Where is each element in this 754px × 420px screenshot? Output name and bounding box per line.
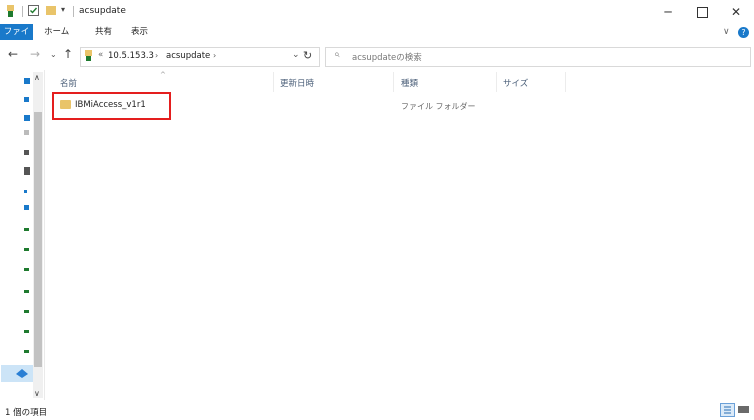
network-icon [16, 368, 28, 378]
nav-scrollbar-thumb[interactable] [34, 112, 42, 367]
column-header-modified[interactable]: 更新日時 [280, 77, 314, 89]
scroll-up-icon[interactable]: ∧ [34, 73, 40, 82]
details-view-icon [724, 406, 731, 414]
scroll-down-icon[interactable]: ∨ [34, 389, 40, 398]
tab-file[interactable]: ファイル [0, 24, 33, 53]
network-location-icon[interactable] [24, 330, 29, 333]
column-divider[interactable] [393, 72, 394, 92]
recent-locations-icon[interactable]: ⌄ [50, 50, 57, 59]
close-button[interactable]: ✕ [719, 0, 753, 24]
refresh-icon[interactable]: ↻ [303, 49, 312, 62]
pictures-icon[interactable] [24, 150, 29, 155]
details-view-button[interactable] [720, 403, 735, 417]
minimize-icon: ─ [664, 5, 672, 19]
maximize-icon [696, 6, 708, 18]
folder-icon [60, 100, 71, 109]
network-location-icon[interactable] [24, 268, 29, 271]
qa-divider [22, 6, 23, 17]
column-header-type[interactable]: 種類 [401, 77, 418, 89]
large-icons-view-button[interactable] [737, 404, 750, 415]
tab-share[interactable]: 共有 [89, 24, 118, 40]
window-title: acsupdate [79, 6, 126, 16]
address-dropdown-icon[interactable]: ⌄ [292, 50, 300, 60]
network-location-icon[interactable] [24, 228, 29, 231]
search-icon: ⌕ [334, 49, 340, 60]
network-drive-icon[interactable] [24, 205, 29, 210]
network-location-icon[interactable] [24, 248, 29, 251]
documents-icon[interactable] [24, 130, 29, 135]
file-name[interactable]: IBMiAccess_v1r1 [75, 100, 146, 110]
drive-icon[interactable] [24, 190, 27, 193]
new-folder-icon[interactable] [46, 5, 56, 17]
up-button[interactable]: ↑ [63, 47, 73, 61]
address-chevron-icon[interactable]: › [155, 51, 158, 60]
tab-view[interactable]: 表示 [125, 24, 154, 40]
quick-access-app-icon[interactable] [6, 5, 16, 17]
qa-dropdown-icon[interactable]: ▾ [61, 5, 65, 14]
column-divider[interactable] [273, 72, 274, 92]
maximize-button[interactable] [685, 0, 719, 24]
network-location-icon[interactable] [24, 290, 29, 293]
title-divider [73, 6, 74, 17]
network-location-icon[interactable] [24, 350, 29, 353]
item-count: 1 個の項目 [5, 408, 48, 418]
column-divider[interactable] [496, 72, 497, 92]
music-icon[interactable] [24, 167, 30, 175]
column-divider[interactable] [565, 72, 566, 92]
forward-button[interactable]: → [30, 47, 40, 61]
file-type: ファイル フォルダー [401, 102, 476, 111]
status-bar [0, 400, 754, 420]
downloads-icon[interactable] [24, 115, 30, 121]
search-placeholder: acsupdateの検索 [352, 53, 422, 63]
column-header-size[interactable]: サイズ [503, 77, 528, 89]
back-button[interactable]: ← [8, 47, 18, 61]
desktop-icon[interactable] [24, 97, 29, 102]
address-segment-host[interactable]: 10.5.153.3 [108, 51, 154, 61]
help-icon[interactable]: ? [738, 27, 749, 38]
quick-access-icon[interactable] [24, 78, 30, 84]
address-overflow[interactable]: « [98, 50, 103, 60]
address-chevron-icon[interactable]: › [213, 51, 216, 60]
address-segment-folder[interactable]: acsupdate [166, 51, 210, 61]
network-location-icon[interactable] [24, 310, 29, 313]
large-icons-view-icon [738, 406, 749, 413]
expand-ribbon-icon[interactable]: ∨ [723, 27, 730, 37]
column-header-name[interactable]: 名前 [60, 77, 77, 89]
tab-home[interactable]: ホーム [38, 24, 75, 40]
close-icon: ✕ [730, 5, 742, 19]
properties-icon[interactable] [28, 5, 39, 16]
network-folder-icon [84, 50, 94, 62]
minimize-button[interactable]: ─ [651, 0, 685, 24]
sort-indicator-icon: ^ [160, 71, 166, 79]
